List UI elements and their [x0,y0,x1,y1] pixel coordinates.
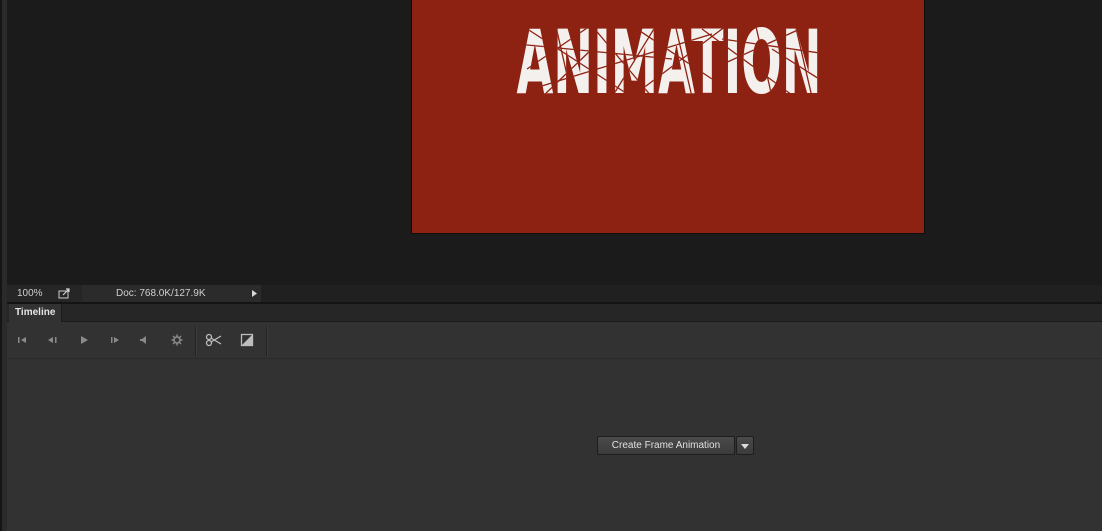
tab-timeline[interactable]: Timeline [9,304,62,322]
transition-icon[interactable] [238,331,256,349]
timeline-panel: Timeline Create Frame Animation [7,304,1102,531]
triangle-right-icon [252,290,257,297]
create-animation-dropdown[interactable] [736,436,754,455]
animation-title-art: ANIMATION [517,11,822,114]
horizontal-scrollbar[interactable] [261,285,1102,302]
step-backward-icon[interactable] [43,331,61,349]
zoom-level[interactable]: 100% [13,285,57,302]
chevron-down-icon [741,443,749,449]
document-workspace[interactable]: ANIMATION ANIMATION [7,0,1102,285]
export-icon[interactable] [57,287,73,300]
panel-tab-strip: Timeline [7,304,1102,322]
status-bar: 100% Doc: 768.0K/127.9K [7,285,1102,302]
toolbar-separator [195,326,196,356]
document-canvas[interactable]: ANIMATION ANIMATION [411,0,925,234]
timeline-controls [7,322,1102,359]
skip-to-start-icon[interactable] [13,331,31,349]
speaker-icon[interactable] [135,331,153,349]
step-forward-icon[interactable] [106,331,124,349]
toolbar-separator [266,326,267,356]
scissors-icon[interactable] [205,331,223,349]
artwork-svg: ANIMATION ANIMATION [516,11,822,114]
status-menu-button[interactable] [247,285,261,302]
doc-size-info: Doc: 768.0K/127.9K [82,285,247,302]
create-frame-animation-button[interactable]: Create Frame Animation [597,436,735,455]
left-panel-edge [0,0,7,531]
play-icon[interactable] [75,331,93,349]
gear-icon[interactable] [168,331,186,349]
